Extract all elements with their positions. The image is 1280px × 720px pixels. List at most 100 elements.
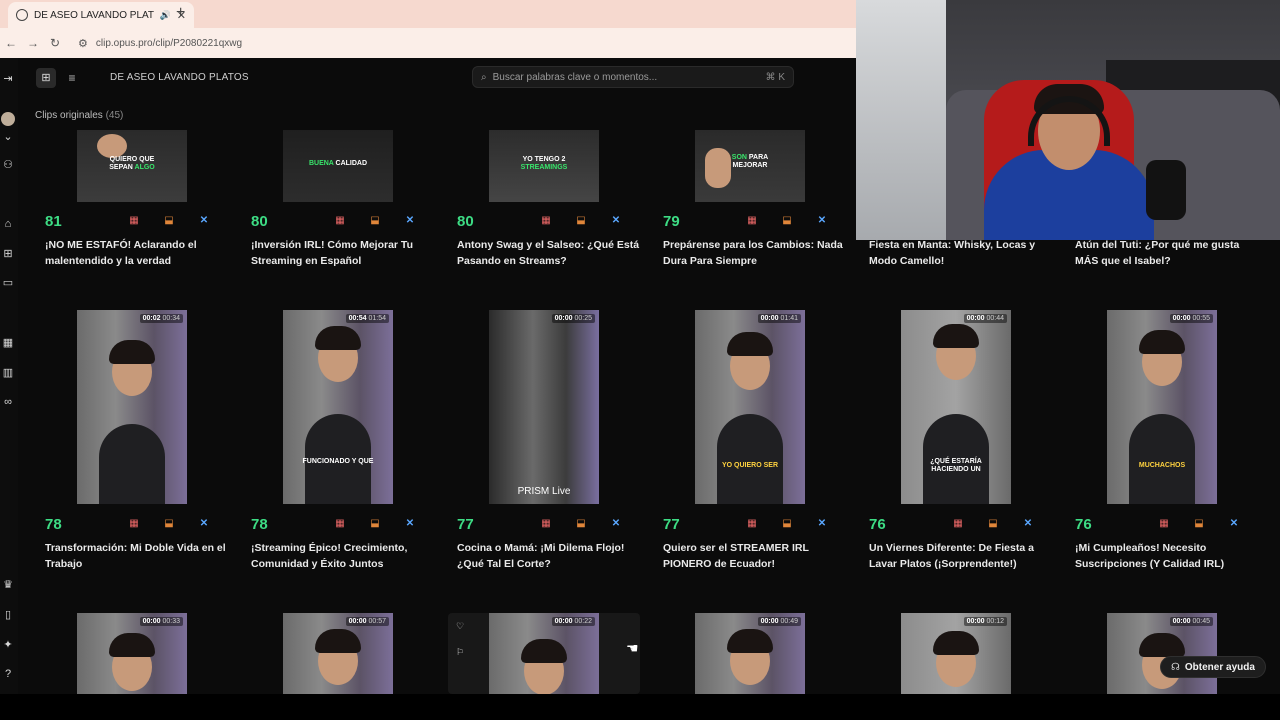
clip-thumbnail[interactable]: 00:00 00:33 (77, 613, 187, 694)
home-icon[interactable]: ⌂ (1, 217, 15, 231)
audio-icon[interactable]: 🔊 (160, 10, 171, 21)
clip-thumbnail[interactable]: YO TENGO 2 STREAMINGS (489, 130, 599, 202)
remove-icon[interactable]: ✕ (403, 214, 417, 228)
schedule-icon[interactable]: ▦ (951, 517, 965, 531)
schedule-icon[interactable]: ▦ (333, 517, 347, 531)
collapse-icon[interactable]: ⇥ (1, 72, 15, 86)
site-info-icon[interactable]: ⚙ (78, 37, 88, 50)
schedule-icon[interactable]: ▦ (745, 517, 759, 531)
download-icon[interactable]: ⬓ (368, 517, 382, 531)
clip-card[interactable]: MUCHACHOS 00:00 00:55 76 ▦ ⬓ ✕ ¡Mi Cumpl… (1075, 310, 1275, 580)
clip-title[interactable]: Prepárense para los Cambios: Nada Dura P… (663, 237, 853, 269)
clip-card[interactable]: FUNCIONADO Y QUE 00:54 01:54 78 ▦ ⬓ ✕ ¡S… (251, 310, 451, 580)
clip-card[interactable]: BUENA CALIDAD 80 ▦ ⬓ ✕ ¡Inversión IRL! C… (251, 130, 451, 275)
dislike-icon[interactable]: ⚐ (456, 647, 464, 658)
clip-card[interactable]: 00:00 00:45 (1075, 613, 1275, 694)
schedule-icon[interactable]: ▦ (539, 214, 553, 228)
new-tab-button[interactable]: + (176, 4, 185, 22)
clip-card[interactable]: YO TENGO 2 STREAMINGS 80 ▦ ⬓ ✕ Antony Swa… (457, 130, 657, 275)
download-icon[interactable]: ⬓ (574, 214, 588, 228)
remove-icon[interactable]: ✕ (197, 517, 211, 531)
search-input[interactable]: ⌕ Buscar palabras clave o momentos... ⌘ … (472, 66, 794, 88)
remove-icon[interactable]: ✕ (1021, 517, 1035, 531)
clip-card[interactable]: ¿QUÉ ESTARÍA HACIENDO UN 00:00 00:44 76 … (869, 310, 1069, 580)
avatar[interactable] (1, 112, 15, 126)
remove-icon[interactable]: ✕ (815, 214, 829, 228)
clip-card[interactable]: SON PARA MEJORAR 79 ▦ ⬓ ✕ Prepárense para… (663, 130, 863, 275)
clip-card[interactable]: 00:00 00:33 (45, 613, 245, 694)
download-icon[interactable]: ⬓ (780, 517, 794, 531)
schedule-icon[interactable]: ▦ (127, 517, 141, 531)
clip-title[interactable]: ¡Inversión IRL! Cómo Mejorar Tu Streamin… (251, 237, 441, 269)
clip-thumbnail[interactable]: PRISM Live 00:00 00:25 (489, 310, 599, 504)
schedule-icon[interactable]: ▦ (745, 214, 759, 228)
download-icon[interactable]: ⬓ (780, 214, 794, 228)
clip-thumbnail[interactable]: 00:00 00:57 (283, 613, 393, 694)
help-button[interactable]: ☊ Obtener ayuda (1160, 656, 1266, 678)
clip-thumbnail[interactable]: QUIERO QUE SEPAN ALGO (77, 130, 187, 202)
heart-icon[interactable]: ♡ (456, 621, 464, 632)
calendar-icon[interactable]: ▦ (1, 336, 15, 350)
clip-thumbnail[interactable]: YO QUIERO SER 00:00 01:41 (695, 310, 805, 504)
add-user-icon[interactable]: ⚇ (1, 158, 15, 172)
remove-icon[interactable]: ✕ (815, 517, 829, 531)
clip-title[interactable]: ¡Streaming Épico! Crecimiento, Comunidad… (251, 540, 441, 572)
clip-thumbnail[interactable]: 00:00 00:49 (695, 613, 805, 694)
remove-icon[interactable]: ✕ (609, 517, 623, 531)
clip-card[interactable]: 00:02 00:34 78 ▦ ⬓ ✕ Transformación: Mi … (45, 310, 245, 580)
clip-card[interactable]: 00:00 00:57 (251, 613, 451, 694)
schedule-icon[interactable]: ▦ (127, 214, 141, 228)
help-icon[interactable]: ? (1, 667, 15, 681)
clip-card[interactable]: PRISM Live 00:00 00:25 77 ▦ ⬓ ✕ Cocina o… (457, 310, 657, 580)
crown-icon[interactable]: ♛ (1, 578, 15, 592)
download-icon[interactable]: ⬓ (574, 517, 588, 531)
remove-icon[interactable]: ✕ (1227, 517, 1241, 531)
clip-card[interactable]: 00:00 00:49 (663, 613, 863, 694)
remove-icon[interactable]: ✕ (403, 517, 417, 531)
clip-title[interactable]: Un Viernes Diferente: De Fiesta a Lavar … (869, 540, 1059, 572)
clip-title[interactable]: ¡NO ME ESTAFÓ! Aclarando el malentendido… (45, 237, 235, 269)
link-icon[interactable]: ∞ (1, 395, 15, 409)
clip-thumbnail[interactable]: BUENA CALIDAD (283, 130, 393, 202)
clip-title[interactable]: Fiesta en Manta: Whisky, Locas y Modo Ca… (869, 237, 1059, 269)
schedule-icon[interactable]: ▦ (333, 214, 347, 228)
analytics-icon[interactable]: ▥ (1, 366, 15, 380)
download-icon[interactable]: ⬓ (162, 214, 176, 228)
forward-icon[interactable]: → (22, 36, 44, 50)
reload-icon[interactable]: ↻ (44, 36, 66, 50)
clip-thumbnail[interactable]: 00:00 00:22 (489, 613, 599, 694)
apps-icon[interactable]: ⊞ (1, 247, 15, 261)
download-icon[interactable]: ⬓ (368, 214, 382, 228)
clip-title[interactable]: Quiero ser el STREAMER IRL PIONERO de Ec… (663, 540, 853, 572)
clip-thumbnail[interactable]: 00:02 00:34 (77, 310, 187, 504)
clip-thumbnail[interactable]: 00:00 00:12 (901, 613, 1011, 694)
book-icon[interactable]: ▯ (1, 608, 15, 622)
clip-card[interactable]: QUIERO QUE SEPAN ALGO 81 ▦ ⬓ ✕ ¡NO ME EST… (45, 130, 245, 275)
schedule-icon[interactable]: ▦ (1157, 517, 1171, 531)
folder-icon[interactable]: ▭ (1, 276, 15, 290)
clip-title[interactable]: Cocina o Mamá: ¡Mi Dilema Flojo! ¿Qué Ta… (457, 540, 647, 572)
grid-view-button[interactable]: ⊞ (36, 68, 56, 88)
download-icon[interactable]: ⬓ (162, 517, 176, 531)
chevron-down-icon[interactable]: ⌄ (1, 130, 15, 144)
schedule-icon[interactable]: ▦ (539, 517, 553, 531)
clip-title[interactable]: Antony Swag y el Salseo: ¿Qué Está Pasan… (457, 237, 647, 269)
url-field[interactable]: ⚙ clip.opus.pro/clip/P2080221qxwg (74, 31, 848, 55)
clip-title[interactable]: Transformación: Mi Doble Vida en el Trab… (45, 540, 235, 572)
remove-icon[interactable]: ✕ (609, 214, 623, 228)
gift-icon[interactable]: ✦ (1, 638, 15, 652)
remove-icon[interactable]: ✕ (197, 214, 211, 228)
list-view-button[interactable]: ≡ (62, 68, 82, 88)
download-icon[interactable]: ⬓ (986, 517, 1000, 531)
clip-card[interactable]: YO QUIERO SER 00:00 01:41 77 ▦ ⬓ ✕ Quier… (663, 310, 863, 580)
clip-card[interactable]: 00:00 00:12 (869, 613, 1069, 694)
back-icon[interactable]: ← (0, 36, 22, 50)
browser-tab[interactable]: DE ASEO LAVANDO PLATOS 🔊 ✕ (8, 2, 194, 28)
clip-thumbnail[interactable]: FUNCIONADO Y QUE 00:54 01:54 (283, 310, 393, 504)
clip-thumbnail[interactable]: MUCHACHOS 00:00 00:55 (1107, 310, 1217, 504)
clip-thumbnail[interactable]: 00:00 00:45 (1107, 613, 1217, 694)
clip-title[interactable]: ¡Mi Cumpleaños! Necesito Suscripciones (… (1075, 540, 1265, 572)
clip-thumbnail[interactable]: ¿QUÉ ESTARÍA HACIENDO UN 00:00 00:44 (901, 310, 1011, 504)
clip-title[interactable]: Atún del Tuti: ¿Por qué me gusta MÁS que… (1075, 237, 1265, 269)
download-icon[interactable]: ⬓ (1192, 517, 1206, 531)
